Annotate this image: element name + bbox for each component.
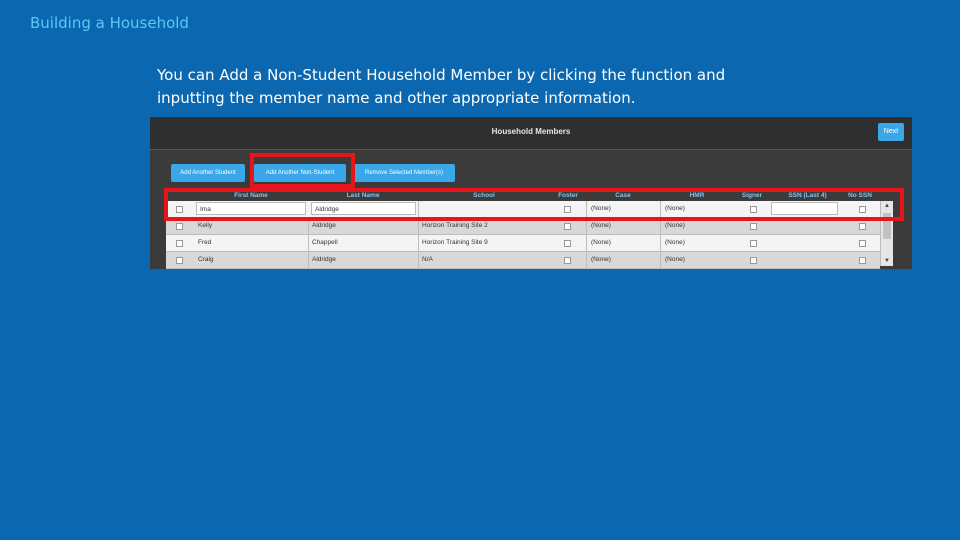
highlight-add-non-student <box>250 153 355 188</box>
school-cell: N/A <box>418 252 552 268</box>
first-name-cell: Craig <box>198 256 214 263</box>
last-name-cell: Aldridge <box>308 252 420 268</box>
no-ssn-checkbox[interactable] <box>859 223 866 230</box>
hmr-select[interactable]: (None) <box>660 235 735 251</box>
first-name-cell: Fred <box>198 239 212 246</box>
case-select[interactable]: (None) <box>586 252 661 268</box>
no-ssn-checkbox[interactable] <box>859 257 866 264</box>
row-select-checkbox[interactable] <box>176 257 183 264</box>
household-members-title: Household Members <box>491 127 571 136</box>
row-select-checkbox[interactable] <box>176 240 183 247</box>
signer-checkbox[interactable] <box>750 240 757 247</box>
next-button[interactable]: Next <box>878 123 904 141</box>
add-another-student-button[interactable]: Add Another Student <box>171 164 245 182</box>
row-select-checkbox[interactable] <box>176 223 183 230</box>
last-name-cell: Chappell <box>308 235 420 251</box>
signer-checkbox[interactable] <box>750 223 757 230</box>
foster-checkbox[interactable] <box>564 240 571 247</box>
highlight-new-member-row <box>164 188 904 221</box>
table-row[interactable]: Craig Aldridge N/A (None) (None) <box>166 252 880 269</box>
remove-selected-members-button[interactable]: Remove Selected Member(s) <box>353 164 455 182</box>
table-row[interactable]: Fred Chappell Horizon Training Site 9 (N… <box>166 235 880 252</box>
no-ssn-checkbox[interactable] <box>859 240 866 247</box>
case-select[interactable]: (None) <box>586 235 661 251</box>
hmr-select[interactable]: (None) <box>660 252 735 268</box>
signer-checkbox[interactable] <box>750 257 757 264</box>
slide-body-text: You can Add a Non-Student Household Memb… <box>157 66 726 107</box>
foster-checkbox[interactable] <box>564 223 571 230</box>
foster-checkbox[interactable] <box>564 257 571 264</box>
scroll-down-arrow-icon[interactable]: ▼ <box>881 256 893 266</box>
slide-title: Building a Household <box>30 14 189 32</box>
school-cell: Horizon Training Site 9 <box>418 235 552 251</box>
screenshot-header: Household Members Next <box>150 117 912 150</box>
